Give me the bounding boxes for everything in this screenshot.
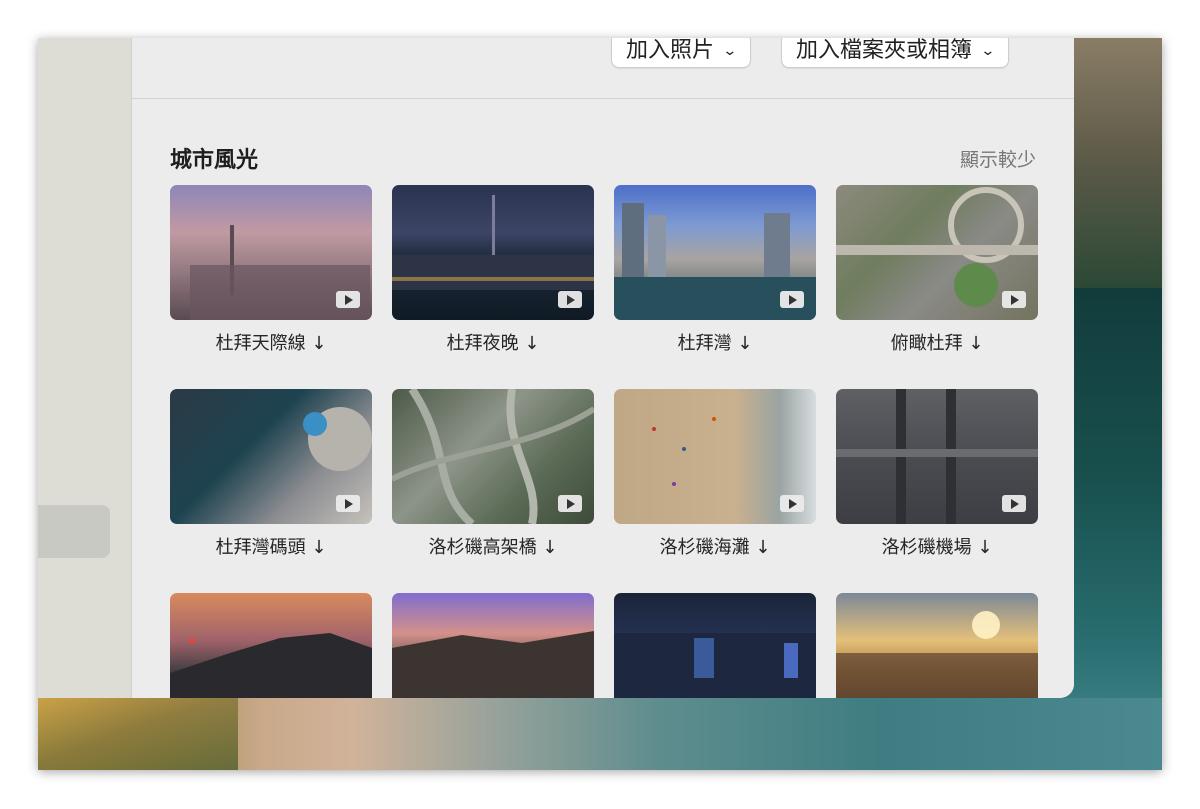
wallpaper-thumbnail[interactable] xyxy=(836,389,1038,524)
sidebar xyxy=(38,38,132,698)
add-folder-label: 加入檔案夾或相簿 xyxy=(796,38,973,63)
wallpaper-tile[interactable]: 洛杉磯高架橋 ↓ xyxy=(392,389,594,559)
wallpaper-tile[interactable]: 杜拜天際線 ↓ xyxy=(170,185,372,355)
chevron-down-icon: ⌄ xyxy=(980,43,996,59)
tile-caption: 洛杉磯機場 ↓ xyxy=(881,537,993,558)
tile-caption: 杜拜夜晚 ↓ xyxy=(446,333,540,354)
play-icon xyxy=(558,495,582,512)
add-photos-button[interactable]: 加入照片 ⌄ xyxy=(611,38,751,68)
wallpaper-thumbnail[interactable] xyxy=(614,185,816,320)
screenshot-frame: 加入照片 ⌄ 加入檔案夾或相簿 ⌄ 城市風光 顯示較少 杜拜天際線 ↓ 杜拜夜晚… xyxy=(38,38,1162,770)
wallpaper-tile[interactable] xyxy=(614,593,816,698)
tile-caption: 俯瞰杜拜 ↓ xyxy=(890,333,984,354)
wallpaper-thumbnail[interactable] xyxy=(614,593,816,698)
tile-caption: 杜拜天際線 ↓ xyxy=(215,333,327,354)
wallpaper-thumbnail[interactable] xyxy=(392,185,594,320)
wallpaper-tile[interactable]: 俯瞰杜拜 ↓ xyxy=(836,185,1038,355)
wallpaper-tile[interactable]: 杜拜夜晚 ↓ xyxy=(392,185,594,355)
wallpaper-tile[interactable] xyxy=(392,593,594,698)
play-icon xyxy=(780,495,804,512)
wallpaper-thumbnail[interactable] xyxy=(392,593,594,698)
wallpaper-thumbnail[interactable] xyxy=(170,593,372,698)
wallpaper-grass xyxy=(38,698,238,770)
add-photos-label: 加入照片 xyxy=(626,38,715,63)
settings-window: 加入照片 ⌄ 加入檔案夾或相簿 ⌄ 城市風光 顯示較少 杜拜天際線 ↓ 杜拜夜晚… xyxy=(38,38,1074,698)
wallpaper-content: 城市風光 顯示較少 杜拜天際線 ↓ 杜拜夜晚 ↓ 杜拜灣 ↓ 俯瞰杜拜 ↓ 杜拜… xyxy=(132,99,1074,698)
wallpaper-tile[interactable] xyxy=(836,593,1038,698)
hills-dusk-graphic xyxy=(392,631,594,698)
show-less-link[interactable]: 顯示較少 xyxy=(960,145,1036,172)
hills-sunset-graphic xyxy=(170,633,372,698)
sunrise-graphic xyxy=(836,611,1038,698)
city-lights-graphic xyxy=(614,633,816,698)
wallpaper-thumbnail[interactable] xyxy=(836,185,1038,320)
wallpaper-tile[interactable]: 洛杉磯機場 ↓ xyxy=(836,389,1038,559)
tile-caption: 洛杉磯海灘 ↓ xyxy=(659,537,771,558)
tile-caption: 杜拜灣 ↓ xyxy=(677,333,753,354)
chevron-down-icon: ⌄ xyxy=(722,43,738,59)
play-icon xyxy=(1002,495,1026,512)
add-folder-button[interactable]: 加入檔案夾或相簿 ⌄ xyxy=(781,38,1009,68)
play-icon xyxy=(336,291,360,308)
wallpaper-thumbnail[interactable] xyxy=(170,185,372,320)
wallpaper-thumbnail[interactable] xyxy=(836,593,1038,698)
toolbar: 加入照片 ⌄ 加入檔案夾或相簿 ⌄ xyxy=(132,38,1074,99)
play-icon xyxy=(780,291,804,308)
wallpaper-thumbnail[interactable] xyxy=(392,389,594,524)
wallpaper-tile[interactable] xyxy=(170,593,372,698)
wallpaper-tile[interactable]: 杜拜灣 ↓ xyxy=(614,185,816,355)
sidebar-selected-item[interactable] xyxy=(38,505,110,558)
play-icon xyxy=(1002,291,1026,308)
wallpaper-tile[interactable]: 洛杉磯海灘 ↓ xyxy=(614,389,816,559)
play-icon xyxy=(558,291,582,308)
wallpaper-thumbnail[interactable] xyxy=(170,389,372,524)
wallpaper-thumbnail[interactable] xyxy=(614,389,816,524)
tile-caption: 洛杉磯高架橋 ↓ xyxy=(428,537,558,558)
play-icon xyxy=(336,495,360,512)
tile-caption: 杜拜灣碼頭 ↓ xyxy=(215,537,327,558)
wallpaper-tile[interactable]: 杜拜灣碼頭 ↓ xyxy=(170,389,372,559)
section-title: 城市風光 xyxy=(170,148,259,173)
